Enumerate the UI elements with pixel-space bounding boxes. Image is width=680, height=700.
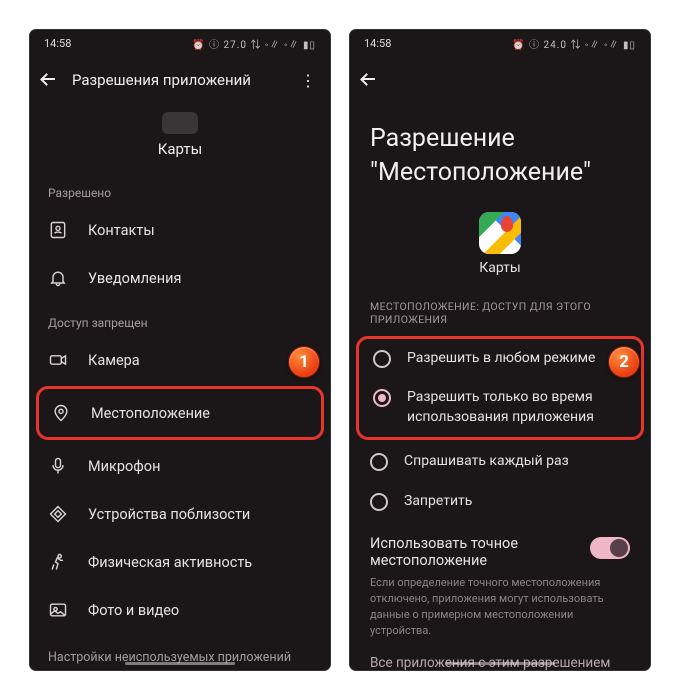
status-time: 14:58 [44, 37, 71, 50]
location-icon [51, 403, 71, 423]
option-label: Спрашивать каждый раз [404, 452, 569, 472]
app-name: Карты [30, 140, 330, 158]
perm-row-activity[interactable]: Физическая активность [30, 538, 330, 586]
perm-row-nearby[interactable]: Устройства поблизости [30, 490, 330, 538]
section-location-access: МЕСТОПОЛОЖЕНИЕ: ДОСТУП ДЛЯ ЭТОГО ПРИЛОЖЕ… [350, 282, 650, 334]
app-header: Карты [350, 212, 650, 282]
page-title: Разрешение "Местоположение" [350, 104, 650, 200]
radio-icon [370, 493, 388, 511]
perm-label: Местоположение [91, 405, 210, 422]
section-allowed-label: Разрешено [30, 172, 330, 206]
status-bar: 14:58 ⏰ ⓘ 27.0 ⇅ ◦∥ ◦∥ ▮▯ [30, 30, 330, 56]
app-name: Карты [350, 260, 650, 282]
nearby-icon [48, 504, 68, 524]
status-icons: ⏰ ⓘ 27.0 ⇅ ◦∥ ◦∥ ▮▯ [192, 36, 316, 51]
appbar-title: Разрешения приложений [72, 71, 296, 89]
phone-right: 14:58 ⏰ ⓘ 24.0 ⇅ ◦∥ ◦∥ ▮▯ Разрешение "Ме… [350, 30, 650, 670]
nav-handle[interactable] [125, 662, 235, 665]
perm-row-media[interactable]: Фото и видео [30, 586, 330, 634]
app-header: Карты [30, 104, 330, 172]
phone-left: 14:58 ⏰ ⓘ 27.0 ⇅ ◦∥ ◦∥ ▮▯ Разрешения при… [30, 30, 330, 670]
maps-app-icon [479, 212, 521, 254]
perm-label: Микрофон [88, 458, 160, 475]
activity-icon [48, 552, 68, 572]
back-icon[interactable] [40, 71, 58, 89]
perm-row-contacts[interactable]: Контакты [30, 206, 330, 254]
radio-icon [373, 350, 391, 368]
more-icon[interactable]: ⋮ [296, 71, 320, 90]
perm-label: Камера [88, 352, 140, 369]
callout-badge-2: 2 [608, 346, 640, 378]
app-bar: Разрешения приложений ⋮ [30, 56, 330, 104]
option-label: Запретить [404, 492, 472, 512]
radio-icon [373, 389, 391, 407]
all-apps-link[interactable]: Все приложения с этим разрешением [350, 647, 650, 670]
option-allow-while-using[interactable]: Разрешить только во время использования … [359, 378, 641, 437]
option-allow-always[interactable]: Разрешить в любом режиме [359, 339, 641, 379]
perm-row-camera[interactable]: Камера [30, 336, 330, 384]
bell-icon [48, 268, 68, 288]
callout-badge-1: 1 [288, 346, 320, 378]
camera-icon [48, 350, 68, 370]
page-title-line1: Разрешение [370, 122, 630, 156]
nav-handle[interactable] [445, 662, 555, 665]
perm-row-notifications[interactable]: Уведомления [30, 254, 330, 302]
section-denied-label: Доступ запрещен [30, 302, 330, 336]
media-icon [48, 600, 68, 620]
app-bar [350, 56, 650, 104]
status-bar: 14:58 ⏰ ⓘ 24.0 ⇅ ◦∥ ◦∥ ▮▯ [350, 30, 650, 56]
precise-location-help: Если определение точного местоположения … [350, 573, 650, 647]
option-label: Разрешить только во время использования … [407, 388, 627, 427]
highlight-options: Разрешить в любом режиме Разрешить тольк… [356, 336, 644, 441]
perm-label: Контакты [88, 222, 155, 239]
precise-location-row[interactable]: Использовать точное местоположение [350, 521, 650, 573]
perm-row-location[interactable]: Местоположение [39, 389, 321, 437]
option-label: Разрешить в любом режиме [407, 349, 595, 369]
perm-label: Уведомления [88, 270, 181, 287]
radio-icon [370, 453, 388, 471]
perm-label: Устройства поблизости [88, 506, 250, 523]
back-icon[interactable] [360, 71, 378, 89]
app-icon-chip [162, 112, 198, 134]
suspend-row[interactable]: Приостановить работу в неактивный период [30, 669, 330, 670]
contacts-icon [48, 220, 68, 240]
perm-row-microphone[interactable]: Микрофон [30, 442, 330, 490]
microphone-icon [48, 456, 68, 476]
highlight-location: Местоположение [36, 386, 324, 440]
status-time: 14:58 [364, 37, 391, 50]
precise-location-title: Использовать точное местоположение [370, 535, 578, 569]
page-title-line2: "Местоположение" [370, 156, 630, 190]
option-deny[interactable]: Запретить [350, 482, 650, 522]
option-ask[interactable]: Спрашивать каждый раз [350, 442, 650, 482]
status-icons: ⏰ ⓘ 24.0 ⇅ ◦∥ ◦∥ ▮▯ [512, 36, 636, 51]
precise-toggle[interactable] [590, 537, 630, 559]
perm-label: Фото и видео [88, 602, 179, 619]
perm-label: Физическая активность [88, 554, 252, 571]
